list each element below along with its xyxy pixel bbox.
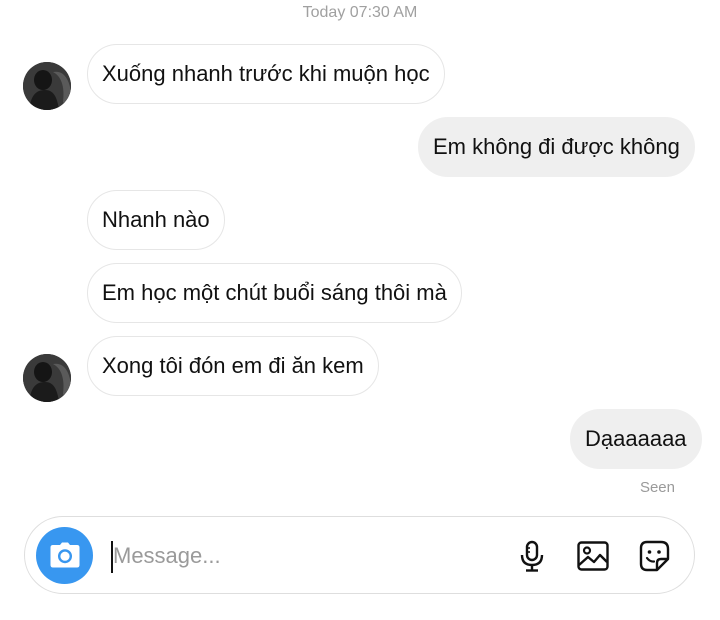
message-bubble-incoming[interactable]: Em học một chút buổi sáng thôi mà	[87, 263, 462, 323]
camera-button[interactable]	[36, 527, 93, 584]
message-bubble-incoming[interactable]: Xuống nhanh trước khi muộn học	[87, 44, 445, 104]
thread-timestamp: Today 07:30 AM	[302, 4, 418, 21]
message-composer	[24, 516, 695, 594]
sticker-icon[interactable]	[637, 539, 671, 573]
camera-icon	[50, 542, 80, 568]
avatar[interactable]	[23, 354, 71, 402]
avatar[interactable]	[23, 62, 71, 110]
microphone-icon[interactable]	[515, 539, 549, 573]
seen-indicator: Seen	[639, 479, 675, 496]
image-gallery-icon[interactable]	[576, 539, 610, 573]
message-input[interactable]	[113, 539, 413, 573]
message-bubble-outgoing[interactable]: Dạaaaaaa	[570, 409, 702, 469]
chat-screen: Today 07:30 AM Xuống nhanh trước khi muộ…	[0, 0, 720, 620]
message-bubble-outgoing[interactable]: Em không đi được không	[418, 117, 695, 177]
message-bubble-incoming[interactable]: Nhanh nào	[87, 190, 225, 250]
message-bubble-incoming[interactable]: Xong tôi đón em đi ăn kem	[87, 336, 379, 396]
